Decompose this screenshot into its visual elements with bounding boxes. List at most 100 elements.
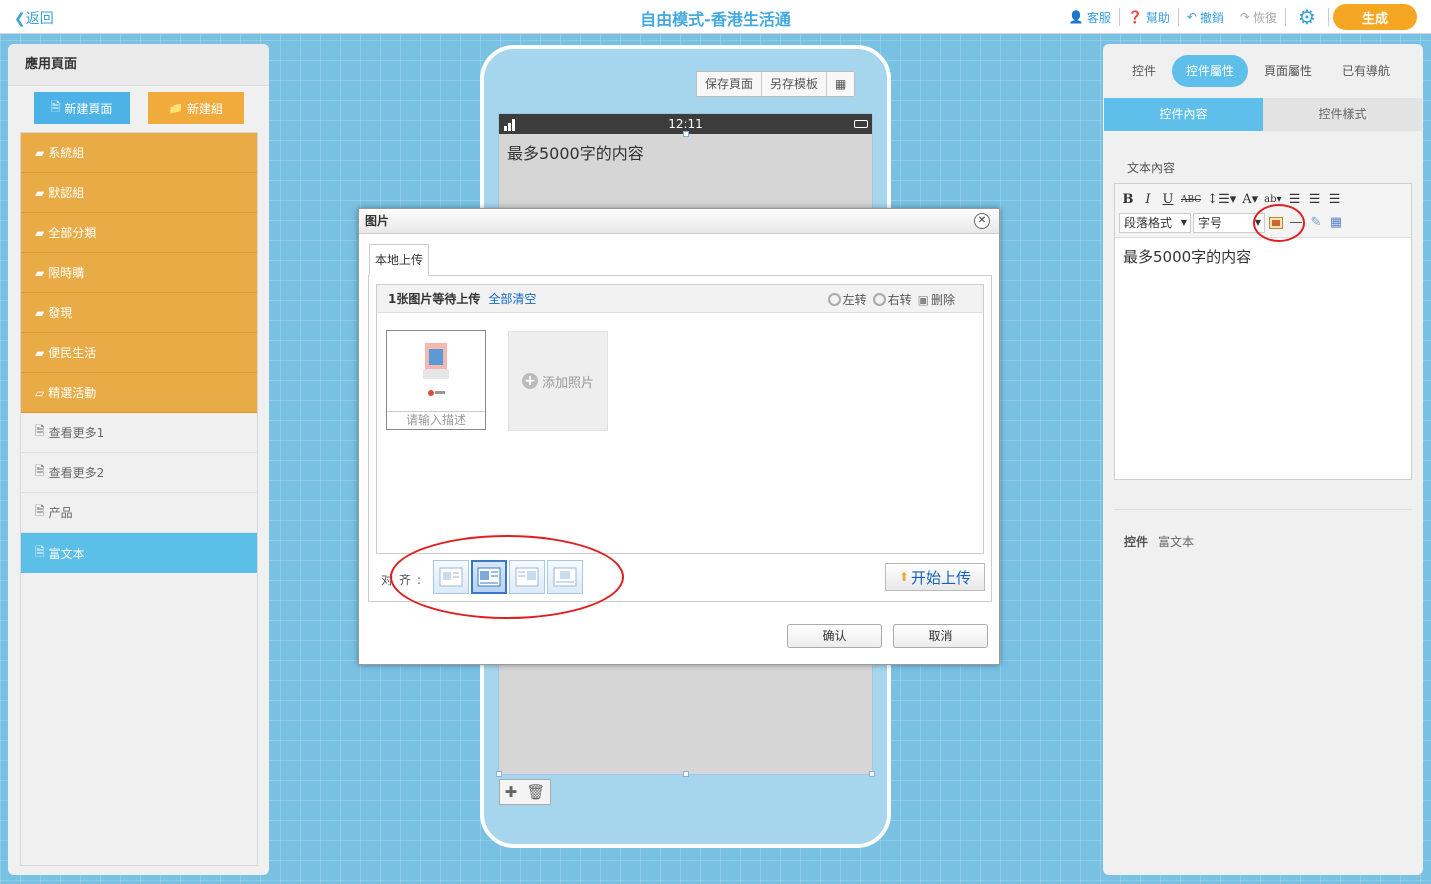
editor-content[interactable]: 最多5000字的内容 <box>1115 238 1411 275</box>
save-page-button[interactable]: 保存頁面 <box>697 72 763 96</box>
image-description-input[interactable]: 请输入描述 <box>387 411 485 429</box>
align-none-button[interactable] <box>433 560 469 594</box>
page-item[interactable]: 🗎 产品 <box>21 493 257 533</box>
image-dialog: 图片 ✕ 本地上传 1张图片等待上传 全部清空 左转 右转 ▣ 删除 请输入描述… <box>358 208 1000 665</box>
undo-button[interactable]: ↶ 撤銷 <box>1179 9 1232 26</box>
new-page-button[interactable]: 🗎 新建頁面 <box>33 92 130 124</box>
font-size-select[interactable]: 字号 ▼ <box>1193 212 1265 233</box>
rotate-right-icon <box>872 293 886 306</box>
underline-icon[interactable]: U <box>1159 190 1177 210</box>
trash-icon[interactable]: 🗑 <box>526 783 545 801</box>
folder-icon: ▰ <box>35 185 45 200</box>
dialog-title-bar: 图片 ✕ <box>359 209 999 234</box>
align-center-button[interactable] <box>547 560 583 594</box>
page-item[interactable]: 🗎 查看更多2 <box>21 453 257 493</box>
left-panel-actions: 🗎 新建頁面 📁 新建組 <box>8 86 269 130</box>
chevron-down-icon: ▼ <box>1254 218 1261 227</box>
phone-toolbar: 保存頁面 另存模板 ▦ <box>696 71 856 97</box>
upload-area: 1张图片等待上传 全部清空 左转 右转 ▣ 删除 请输入描述 + 添加照片 <box>376 284 984 554</box>
align-left-icon[interactable]: ☰ <box>1286 190 1304 210</box>
redo-button[interactable]: ↷ 恢復 <box>1232 9 1285 26</box>
group-item[interactable]: ▰ 系統組 <box>21 133 257 173</box>
resize-handle[interactable] <box>683 771 689 777</box>
upload-icon: ⬆ <box>898 570 910 584</box>
upload-header: 1张图片等待上传 全部清空 左转 右转 ▣ 删除 <box>377 285 983 313</box>
paragraph-format-select[interactable]: 段落格式 ▼ <box>1119 212 1191 233</box>
group-item[interactable]: ▰ 默認組 <box>21 173 257 213</box>
cancel-button[interactable]: 取消 <box>893 624 988 648</box>
add-photo-button[interactable]: + 添加照片 <box>508 331 608 431</box>
resize-handle[interactable] <box>496 771 502 777</box>
horizontal-rule-icon[interactable]: — <box>1287 213 1305 233</box>
page-item[interactable]: 🗎 查看更多1 <box>21 413 257 453</box>
group-item[interactable]: ▱ 精選活動 <box>21 373 257 413</box>
gear-icon[interactable]: ⚙ <box>1296 6 1318 28</box>
clear-all-link[interactable]: 全部清空 <box>488 290 536 307</box>
group-item[interactable]: ▰ 全部分類 <box>21 213 257 253</box>
group-item[interactable]: ▰ 發現 <box>21 293 257 333</box>
new-group-button[interactable]: 📁 新建組 <box>147 92 244 124</box>
save-template-button[interactable]: 另存模板 <box>762 72 828 96</box>
file-icon: 🗎 <box>35 544 45 559</box>
image-thumbnail[interactable]: 请输入描述 <box>386 330 486 430</box>
qrcode-icon[interactable]: ▦ <box>827 72 854 96</box>
line-height-icon[interactable]: ↕☰▾ <box>1205 190 1238 210</box>
tab-existing-navigation[interactable]: 已有導航 <box>1328 55 1404 87</box>
plus-icon: + <box>521 373 538 389</box>
group-item[interactable]: ▰ 限時購 <box>21 253 257 293</box>
status-time: 12:11 <box>668 117 703 131</box>
table-icon[interactable]: ▦ <box>1327 213 1345 233</box>
widget-type: 控件 富文本 <box>1124 535 1195 549</box>
italic-icon[interactable]: I <box>1139 190 1157 210</box>
subtab-widget-content[interactable]: 控件內容 <box>1104 98 1263 131</box>
left-panel: 應用頁面 🗎 新建頁面 📁 新建組 ▰ 系統組 ▰ 默認組 ▰ 全部分類 ▰ 限時購 ▰ 發現… <box>8 44 269 875</box>
back-button[interactable]: ❮返回 <box>14 8 54 28</box>
tab-local-upload[interactable]: 本地上传 <box>369 244 430 276</box>
tab-page-properties[interactable]: 頁面屬性 <box>1250 55 1326 87</box>
right-panel: 控件 控件屬性 頁面屬性 已有導航 控件內容 控件樣式 文本內容 B I U A… <box>1103 44 1423 875</box>
image-preview <box>423 343 449 396</box>
tab-widget[interactable]: 控件 <box>1118 55 1170 87</box>
align-left-button[interactable] <box>471 560 507 594</box>
bold-icon[interactable]: B <box>1119 190 1137 210</box>
back-label: 返回 <box>25 11 54 27</box>
insert-image-icon[interactable] <box>1267 213 1285 233</box>
resize-handle[interactable] <box>683 131 689 137</box>
tab-widget-properties[interactable]: 控件屬性 <box>1172 55 1249 87</box>
confirm-button[interactable]: 确认 <box>787 624 882 648</box>
rotate-right-button[interactable]: 右转 <box>872 291 912 308</box>
add-icon[interactable]: ✚ <box>505 783 518 801</box>
start-upload-button[interactable]: ⬆ 开始上传 <box>885 563 985 591</box>
folder-icon: ▰ <box>35 145 45 160</box>
divider <box>1114 509 1412 510</box>
group-item[interactable]: ▰ 便民生活 <box>21 333 257 373</box>
file-icon: 🗎 <box>50 99 61 114</box>
close-icon[interactable]: ✕ <box>974 213 990 229</box>
align-center-icon[interactable]: ☰ <box>1306 190 1324 210</box>
page-item-active[interactable]: 🗎 富文本 <box>21 533 257 573</box>
file-icon: 🗎 <box>35 424 45 438</box>
generate-button[interactable]: 生成 <box>1333 4 1417 30</box>
eraser-icon[interactable]: ✎ <box>1307 213 1325 233</box>
align-right-icon[interactable]: ☰ <box>1326 190 1344 210</box>
subtab-widget-style[interactable]: 控件樣式 <box>1263 98 1422 131</box>
folder-open-icon: ▱ <box>35 385 45 400</box>
battery-icon <box>854 120 868 128</box>
help-button[interactable]: ❓ 幫助 <box>1120 9 1178 26</box>
align-right-button[interactable] <box>509 560 545 594</box>
dialog-title: 图片 <box>365 214 390 228</box>
delete-button[interactable]: ▣ 删除 <box>918 291 955 308</box>
service-button[interactable]: 👤 客服 <box>1061 9 1119 26</box>
chevron-left-icon: ❮ <box>14 11 26 27</box>
rotate-left-button[interactable]: 左转 <box>827 291 867 308</box>
divider <box>1285 8 1286 26</box>
folder-icon: ▰ <box>35 265 45 280</box>
rich-text-preview[interactable]: 最多5000字的内容 <box>499 134 872 170</box>
chevron-down-icon: ▼ <box>1180 218 1187 227</box>
redo-icon: ↷ <box>1239 10 1250 24</box>
highlight-icon[interactable]: ab▾ <box>1262 190 1283 210</box>
resize-handle[interactable] <box>869 771 875 777</box>
strikethrough-icon[interactable]: ABC <box>1179 190 1203 210</box>
align-label: 对齐: <box>381 573 428 587</box>
font-color-icon[interactable]: A▾ <box>1240 190 1260 210</box>
